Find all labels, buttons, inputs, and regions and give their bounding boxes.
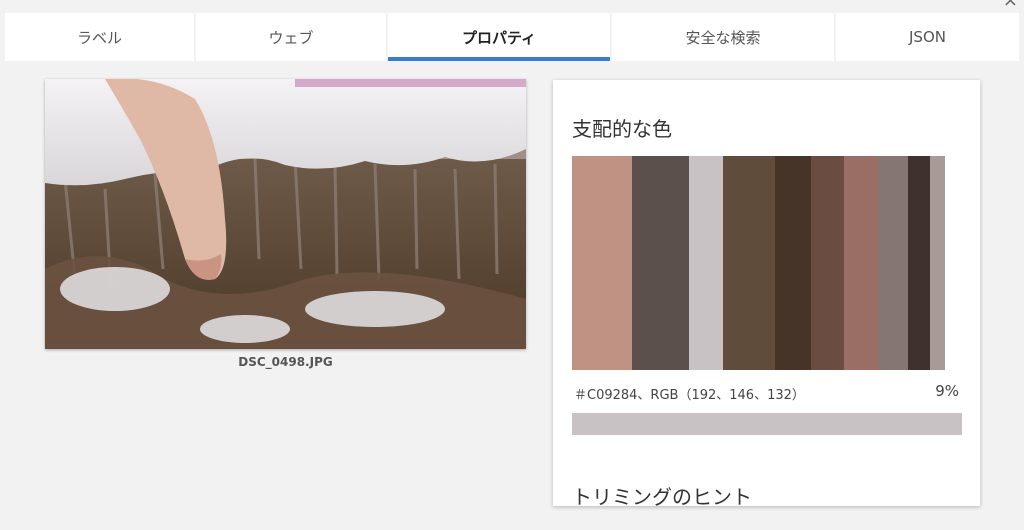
tab-properties[interactable]: プロパティ [388, 13, 610, 61]
close-icon[interactable]: × [1003, 0, 1018, 10]
color-swatch[interactable] [689, 156, 724, 370]
tab-safe-search[interactable]: 安全な検索 [612, 13, 834, 61]
selected-color-info: ＃C09284、RGB（192、146、132） [574, 388, 805, 403]
color-swatch[interactable] [775, 156, 811, 370]
color-swatch[interactable] [723, 156, 776, 370]
tab-bar: ラベル ウェブ プロパティ 安全な検索 JSON [5, 13, 1019, 61]
selected-color-percentage: 9% [935, 382, 959, 400]
color-swatch[interactable] [810, 156, 845, 370]
color-percentage-bar [572, 413, 962, 435]
photo-illustration [45, 79, 526, 349]
color-swatch[interactable] [907, 156, 931, 370]
color-swatch[interactable] [572, 156, 632, 370]
color-swatch[interactable] [631, 156, 690, 370]
tab-web[interactable]: ウェブ [196, 13, 386, 61]
image-filename: DSC_0498.JPG [238, 355, 333, 369]
tab-labels[interactable]: ラベル [5, 13, 194, 61]
crop-hints-title: トリミングのヒント [572, 485, 752, 506]
tab-json[interactable]: JSON [836, 13, 1019, 61]
dominant-colors-title: 支配的な色 [572, 117, 672, 141]
dominant-colors-palette [572, 156, 945, 370]
color-swatch[interactable] [844, 156, 878, 370]
properties-card: 支配的な色 ＃C09284、RGB（192、146、132） 9% トリミングの… [553, 80, 980, 506]
color-swatch[interactable] [877, 156, 908, 370]
uploaded-photo [45, 79, 526, 349]
color-swatch[interactable] [930, 156, 945, 370]
